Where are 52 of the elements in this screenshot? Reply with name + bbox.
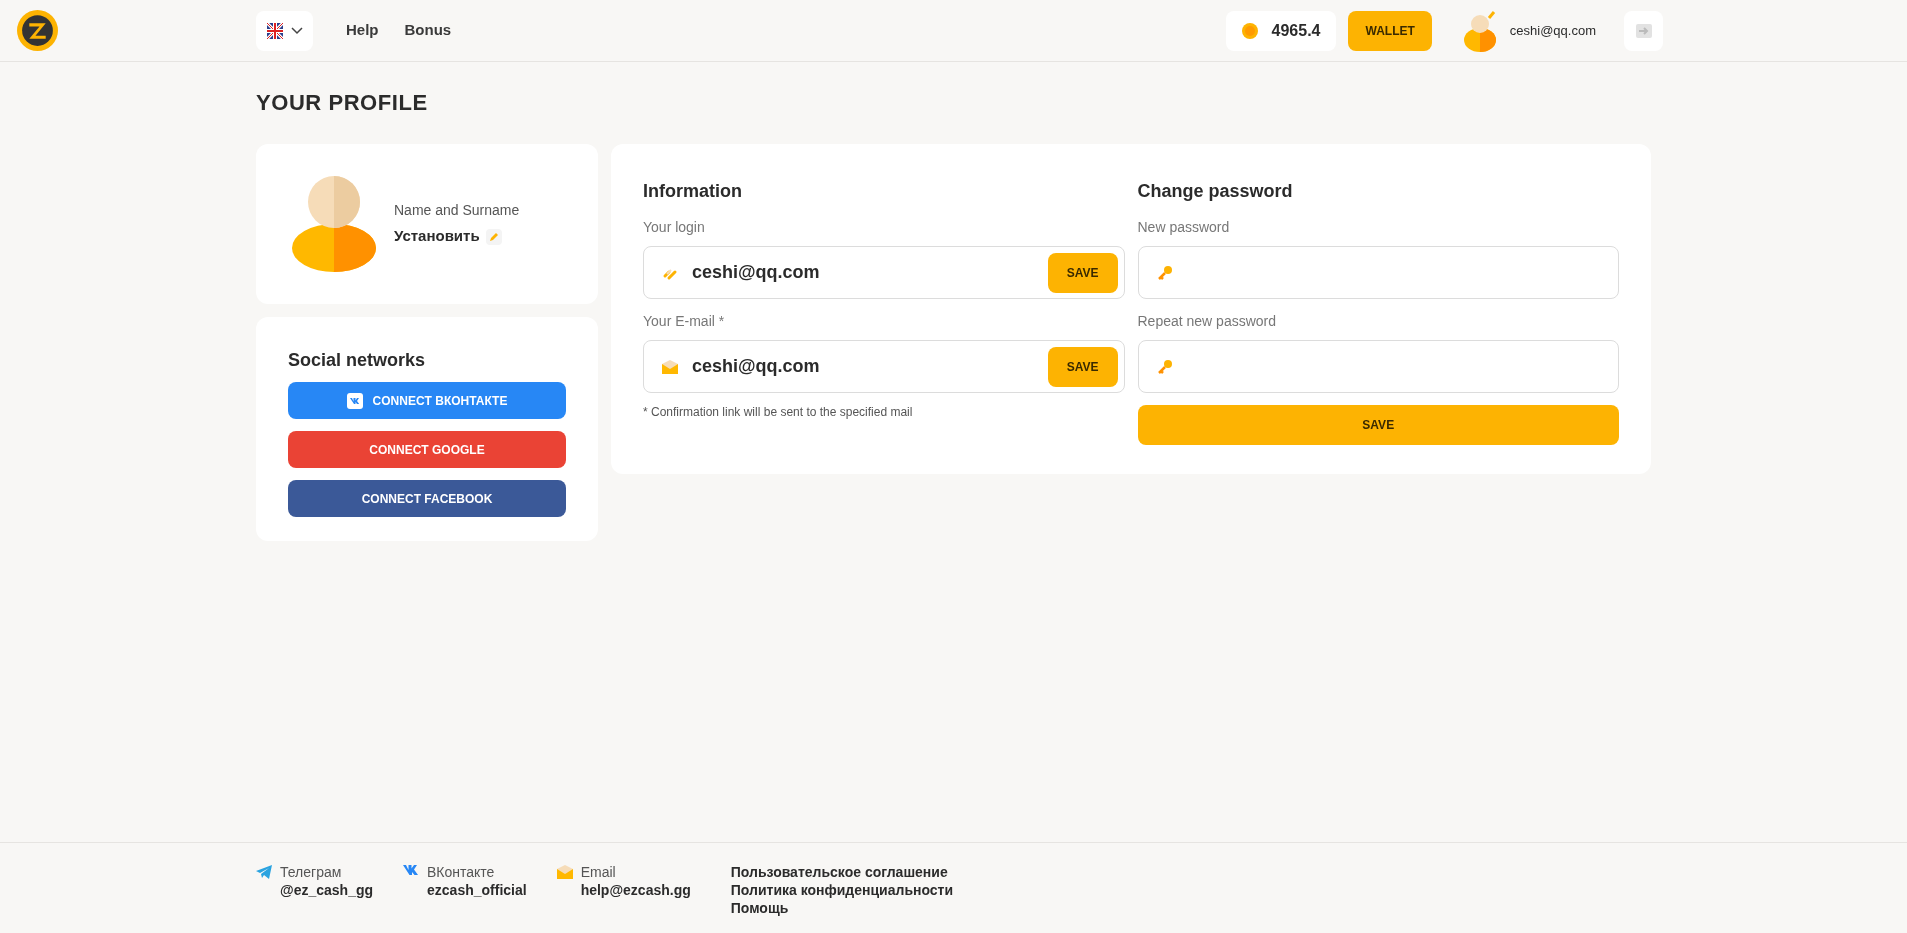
contact-link[interactable]: @ez_cash_gg: [280, 881, 374, 899]
envelope-icon: [556, 865, 573, 879]
logo-icon[interactable]: [17, 10, 58, 51]
save-password-button[interactable]: SAVE: [1137, 405, 1619, 445]
email-note: * Confirmation link will be sent to the specified mail: [643, 404, 914, 421]
logout-button[interactable]: [1624, 10, 1663, 51]
contact-label: Email: [580, 863, 617, 881]
save-button[interactable]: SAVE: [1047, 252, 1118, 293]
contact-label: ВКонтакте: [427, 863, 496, 881]
input-field[interactable]: ceshi@qq.com SAVE: [643, 340, 1125, 393]
balance-amount: 4965.4: [1271, 20, 1321, 41]
avatar-icon[interactable]: [1461, 9, 1498, 52]
contact-link[interactable]: ezcash_official: [427, 881, 527, 899]
footer-link[interactable]: Политика конфиденциальности: [730, 881, 954, 899]
connect-button[interactable]: CONNECT ВКОНТАКТЕ: [288, 382, 566, 419]
language-selector[interactable]: [256, 10, 313, 51]
page-title: YOUR PROFILE: [256, 89, 429, 117]
social-title: Social networks: [288, 349, 427, 372]
password-field[interactable]: [1137, 246, 1619, 299]
uk-flag-icon: [266, 22, 283, 39]
vk-logo-icon: [346, 392, 363, 409]
envelope-icon: [662, 359, 678, 374]
user-email[interactable]: ceshi@qq.com: [1509, 20, 1596, 41]
contact-label: Телеграм: [280, 863, 343, 881]
connect-button[interactable]: CONNECT GOOGLE: [288, 431, 566, 468]
key-icon: [1156, 358, 1173, 375]
nav-link[interactable]: Bonus: [404, 19, 452, 42]
contact-link[interactable]: help@ezcash.gg: [580, 881, 691, 899]
name-label: Name and Surname: [394, 201, 520, 221]
field-label: Your E-mail *: [643, 312, 726, 331]
connect-button[interactable]: CONNECT FACEBOOK: [288, 480, 566, 517]
key-icon: [1156, 264, 1173, 281]
vk-logo-icon: [403, 865, 420, 875]
wallet-button[interactable]: WALLET: [1348, 10, 1432, 51]
field-label: Repeat new password: [1137, 312, 1278, 331]
field-label: New password: [1137, 218, 1231, 237]
field-label: Your login: [643, 218, 706, 237]
coin-icon: [1241, 22, 1258, 39]
input-field[interactable]: ceshi@qq.com SAVE: [643, 246, 1125, 299]
footer-link[interactable]: Пользовательское соглашение: [730, 863, 954, 881]
information-title: Information: [643, 180, 743, 203]
pencil-icon: [488, 231, 499, 242]
password-field[interactable]: [1137, 340, 1619, 393]
save-button[interactable]: SAVE: [1047, 346, 1118, 387]
nav-link[interactable]: Help: [346, 19, 379, 42]
chevron-down-icon: [290, 26, 303, 35]
user-avatar-icon: [292, 176, 376, 272]
footer-link[interactable]: Помощь: [730, 899, 954, 917]
password-title: Change password: [1137, 180, 1294, 203]
edit-button[interactable]: [485, 228, 502, 245]
name-value: Установить: [394, 226, 480, 247]
paper-plane-icon: [256, 865, 272, 879]
